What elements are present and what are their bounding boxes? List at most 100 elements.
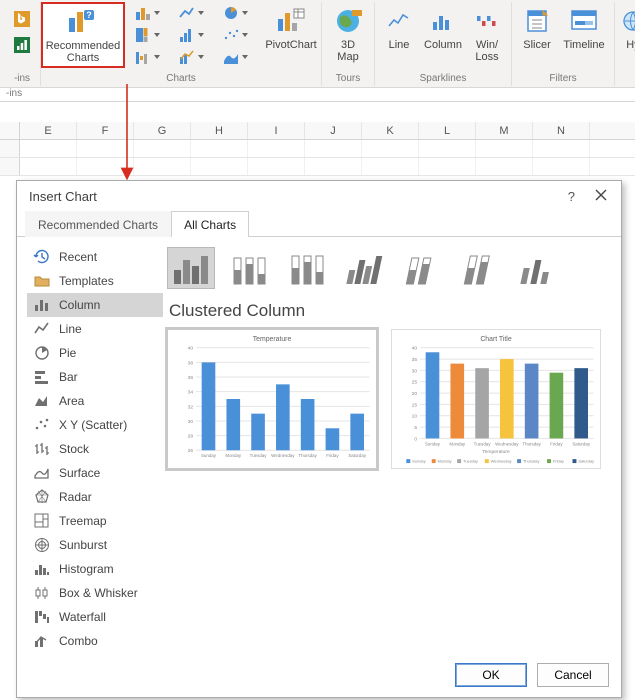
cancel-button[interactable]: Cancel	[537, 663, 609, 687]
svg-text:25: 25	[412, 380, 418, 386]
3d-map-button[interactable]: 3D Map	[328, 2, 368, 68]
category-histogram[interactable]: Histogram	[27, 557, 163, 581]
spreadsheet-grid[interactable]: E F G H I J K L M N	[0, 102, 635, 180]
category-icon	[33, 560, 51, 578]
recommended-charts-button[interactable]: ? Recommended Charts	[41, 2, 125, 68]
svg-text:40: 40	[412, 346, 418, 352]
category-stock[interactable]: Stock	[27, 437, 163, 461]
col-L[interactable]: L	[419, 122, 476, 139]
col-K[interactable]: K	[362, 122, 419, 139]
category-line[interactable]: Line	[27, 317, 163, 341]
hierarchy-chart-dropdown[interactable]	[129, 24, 169, 46]
category-radar[interactable]: Radar	[27, 485, 163, 509]
subtype-3[interactable]	[341, 247, 389, 289]
col-J[interactable]: J	[305, 122, 362, 139]
slicer-button[interactable]: Slicer	[518, 2, 556, 68]
subtype-4[interactable]	[399, 247, 447, 289]
svg-text:Monday: Monday	[225, 453, 242, 458]
chart-detail-panel: Clustered Column Temperature262830323436…	[167, 245, 611, 653]
dialog-close-button[interactable]	[591, 189, 611, 204]
category-waterfall[interactable]: Waterfall	[27, 605, 163, 629]
dialog-help-button[interactable]: ?	[564, 189, 579, 204]
svg-text:Wednesday: Wednesday	[491, 459, 512, 464]
category-sunburst[interactable]: Sunburst	[27, 533, 163, 557]
pivotchart-button[interactable]: PivotChart	[261, 2, 321, 68]
subtype-6[interactable]	[515, 247, 563, 289]
col-F[interactable]: F	[77, 122, 134, 139]
dialog-tabs: Recommended Charts All Charts	[17, 210, 621, 237]
subtype-icon	[342, 248, 388, 288]
category-pie[interactable]: Pie	[27, 341, 163, 365]
col-N[interactable]: N	[533, 122, 590, 139]
svg-text:Saturday: Saturday	[348, 453, 366, 458]
addins-label-fragment: -ins	[6, 88, 22, 99]
surface-chart-dropdown[interactable]	[217, 46, 257, 68]
category-box-whisker[interactable]: Box & Whisker	[27, 581, 163, 605]
pivotchart-icon	[275, 5, 307, 37]
sparkline-line-button[interactable]: Line	[381, 2, 417, 68]
category-treemap[interactable]: Treemap	[27, 509, 163, 533]
sparkline-column-button[interactable]: Column	[421, 2, 465, 68]
col-M[interactable]: M	[476, 122, 533, 139]
svg-text:15: 15	[412, 402, 418, 408]
svg-text:32: 32	[188, 404, 194, 410]
col-E[interactable]: E	[20, 122, 77, 139]
svg-text:5: 5	[414, 425, 417, 431]
hyperlink-button[interactable]: Hy	[621, 2, 635, 68]
group-label: Filters	[549, 71, 576, 84]
category-label: Combo	[59, 634, 98, 648]
category-icon	[33, 608, 51, 626]
combo-chart-dropdown[interactable]	[173, 46, 213, 68]
category-icon	[33, 248, 51, 266]
svg-text:Saturday: Saturday	[578, 459, 594, 464]
row[interactable]	[0, 140, 635, 158]
pie-chart-dropdown[interactable]	[217, 2, 257, 24]
category-combo[interactable]: Combo	[27, 629, 163, 653]
svg-text:Sunday: Sunday	[425, 441, 441, 446]
subtype-1[interactable]	[225, 247, 273, 289]
subtype-row	[167, 245, 611, 291]
chart-preview-1[interactable]: Temperature2628303234363840SundayMondayT…	[167, 329, 377, 469]
svg-text:30: 30	[188, 419, 194, 425]
svg-text:Saturday: Saturday	[572, 441, 590, 446]
subtype-icon	[284, 248, 330, 288]
svg-text:Wednesday: Wednesday	[495, 441, 519, 446]
category-recent[interactable]: Recent	[27, 245, 163, 269]
svg-text:Thursday: Thursday	[298, 453, 317, 458]
sparkline-winloss-button[interactable]: Win/ Loss	[469, 2, 505, 68]
line-chart-dropdown[interactable]	[173, 2, 213, 24]
svg-text:Friday: Friday	[326, 453, 339, 458]
tab-all-charts[interactable]: All Charts	[171, 211, 249, 237]
people-graph-icon[interactable]	[10, 34, 34, 56]
col-I[interactable]: I	[248, 122, 305, 139]
category-label: Line	[59, 322, 82, 336]
chart-gallery-column	[129, 2, 169, 68]
category-area[interactable]: Area	[27, 389, 163, 413]
chart-preview-2[interactable]: Chart Title0510152025303540SundayMondayT…	[391, 329, 601, 469]
category-bar[interactable]: Bar	[27, 365, 163, 389]
category-surface[interactable]: Surface	[27, 461, 163, 485]
subtype-icon	[168, 248, 214, 288]
category-label: X Y (Scatter)	[59, 418, 127, 432]
waterfall-chart-dropdown[interactable]	[129, 46, 169, 68]
category-x-y-scatter-[interactable]: X Y (Scatter)	[27, 413, 163, 437]
scatter-chart-dropdown[interactable]	[217, 24, 257, 46]
bing-icon[interactable]	[10, 8, 34, 30]
slicer-label: Slicer	[523, 39, 551, 51]
timeline-button[interactable]: Timeline	[560, 2, 608, 68]
category-templates[interactable]: Templates	[27, 269, 163, 293]
ribbon-extra-label: -ins	[0, 88, 635, 102]
subtype-0[interactable]	[167, 247, 215, 289]
row[interactable]	[0, 158, 635, 176]
column-chart-dropdown[interactable]	[129, 2, 169, 24]
subtype-2[interactable]	[283, 247, 331, 289]
col-H[interactable]: H	[191, 122, 248, 139]
tab-recommended[interactable]: Recommended Charts	[25, 211, 171, 237]
slicer-icon	[521, 5, 553, 37]
subtype-5[interactable]	[457, 247, 505, 289]
svg-text:Sunday: Sunday	[201, 453, 217, 458]
category-column[interactable]: Column	[27, 293, 163, 317]
col-G[interactable]: G	[134, 122, 191, 139]
ok-button[interactable]: OK	[455, 663, 527, 687]
statistic-chart-dropdown[interactable]	[173, 24, 213, 46]
